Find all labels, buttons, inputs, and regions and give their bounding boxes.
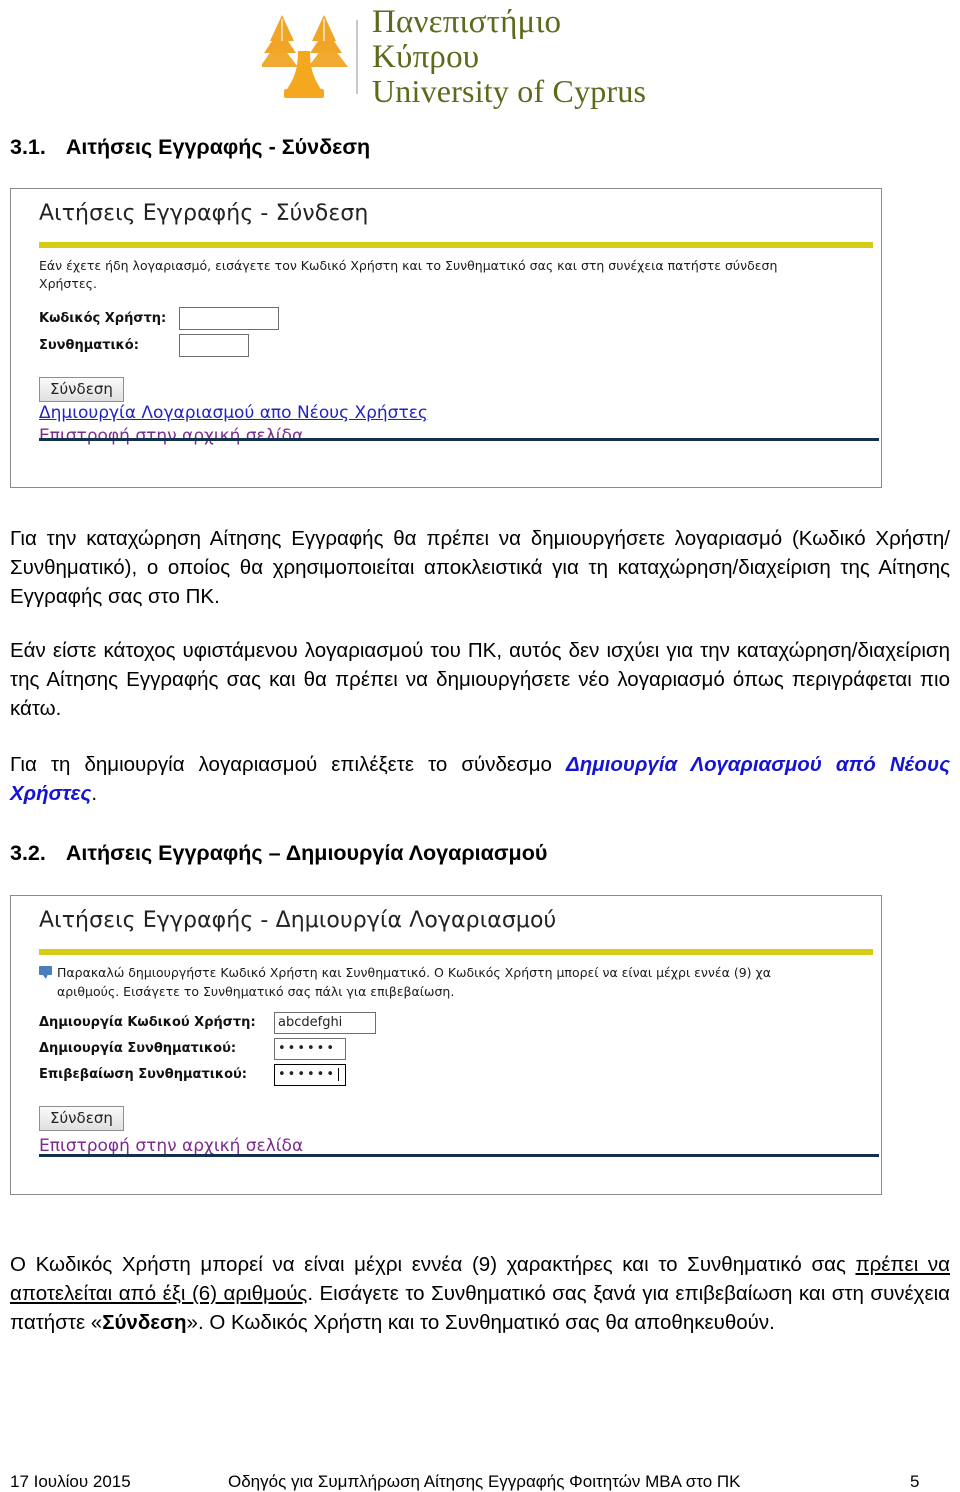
section-heading-3-2: 3.2. Αιτήσεις Εγγραφής – Δημιουργία Λογαρ… [10,841,547,866]
paragraph-3-before: Για τη δημιουργία λογαριασμού επιλέξετε … [10,753,566,776]
home-link[interactable]: Επιστροφή στην αρχική σελίδα [39,426,303,446]
create-confirm-label: Επιβεβαίωση Συνθηματικού: [39,1067,247,1082]
create-instructions-line1: Παρακαλώ δημιουργήστε Κωδικό Χρήστη και … [57,965,771,980]
login-instructions: Εάν έχετε ήδη λογαριασμό, εισάγετε τον Κ… [11,248,881,293]
login-form: Κωδικός Χρήστη: Συνθηματικό: [11,293,881,358]
create-confirm-row: Επιβεβαίωση Συνθηματικού: •••••• [39,1063,881,1086]
login-instructions-line2: Χρήστες. [39,276,97,292]
create-username-label: Δημιουργία Κωδικού Χρήστη: [39,1015,256,1030]
section-number: 3.1. [10,135,46,159]
paragraph-1: Για την καταχώρηση Αίτησης Εγγραφής θα π… [10,527,950,609]
paragraph-4-a: Ο Κωδικός Χρήστη μπορεί να είναι μέχρι ε… [10,1253,856,1276]
login-password-input[interactable] [179,334,249,358]
create-account-link[interactable]: Δημιουργία Λογαριασμού απο Νέους Χρήστες [39,403,428,423]
paragraph-4: Ο Κωδικός Χρήστη μπορεί να είναι μέχρι ε… [10,1250,950,1337]
login-username-row: Κωδικός Χρήστη: [39,307,881,331]
section-title: Αιτήσεις Εγγραφής - Σύνδεση [65,135,371,159]
paragraph-4-c: ». Ο Κωδικός Χρήστη και το Συνθηματικό σ… [186,1311,775,1335]
section-heading-3-1: 3.1. Αιτήσεις Εγγραφής - Σύνδεση [10,135,370,160]
section-title-2: Αιτήσεις Εγγραφής – Δημιουργία Λογαριασμ… [65,841,548,865]
paragraph-3-after: . [91,782,98,806]
login-username-label: Κωδικός Χρήστη: [39,311,167,327]
text-cursor [338,1068,340,1081]
create-form: Δημιουργία Κωδικού Χρήστη: abcdefghi Δημ… [11,1002,881,1086]
footer-page-number: 5 [910,1472,920,1491]
create-submit-button[interactable]: Σύνδεση [39,1105,124,1131]
uoc-tree-icon [260,11,350,103]
university-logo: Πανεπιστήμιο Κύπρου University of Cyprus [260,4,662,110]
paragraph-2: Εάν είστε κάτοχος υφιστάμενου λογαριασμο… [10,639,950,721]
login-divider-rule [39,438,879,441]
login-password-label: Συνθηματικό: [39,338,139,354]
create-password-label: Δημιουργία Συνθηματικού: [39,1041,237,1056]
paragraph-3: Για τη δημιουργία λογαριασμού επιλέξετε … [10,750,950,808]
create-instructions: Παρακαλώ δημιουργήστε Κωδικό Χρήστη και … [11,955,881,1002]
logo-english-name: University of Cyprus [372,73,647,110]
create-instructions-text: Παρακαλώ δημιουργήστε Κωδικό Χρήστη και … [57,964,771,1002]
login-submit-button[interactable]: Σύνδεση [39,377,124,403]
logo-greek-name: Πανεπιστήμιο Κύπρου [372,4,562,76]
footer-title: Οδηγός για Συμπλήρωση Αίτησης Εγγραφής Φ… [228,1472,741,1491]
create-username-input[interactable]: abcdefghi [274,1011,376,1034]
logo-divider [356,20,358,94]
speech-bubble-icon [39,966,52,979]
create-page-title: Αιτήσεις Εγγραφής - Δημιουργία Λογαριασμ… [39,908,557,933]
login-instructions-line1: Εάν έχετε ήδη λογαριασμό, εισάγετε τον Κ… [39,258,778,273]
section-number-2: 3.2. [10,841,46,865]
create-account-screenshot-panel: Αιτήσεις Εγγραφής - Δημιουργία Λογαριασμ… [10,895,882,1195]
login-screenshot-panel: Αιτήσεις Εγγραφής - Σύνδεση Εάν έχετε ήδ… [10,188,882,488]
create-home-link[interactable]: Επιστροφή στην αρχική σελίδα [39,1136,303,1156]
create-divider-rule [39,1154,879,1157]
create-password-row: Δημιουργία Συνθηματικού: •••••• [39,1037,881,1060]
footer-date: 17 Ιουλίου 2015 [10,1472,131,1491]
login-username-input[interactable] [179,307,279,331]
login-password-row: Συνθηματικό: [39,334,881,358]
create-confirm-input[interactable]: •••••• [274,1063,346,1086]
create-password-value: •••••• [278,1041,337,1056]
create-confirm-value: •••••• [278,1067,337,1082]
login-page-title: Αιτήσεις Εγγραφής - Σύνδεση [39,201,369,226]
create-instructions-line2: αριθμούς. Εισάγετε το Συνθηματικό σας πά… [57,983,455,999]
create-password-input[interactable]: •••••• [274,1037,346,1060]
paragraph-4-bold: Σύνδεση [102,1311,187,1335]
create-username-row: Δημιουργία Κωδικού Χρήστη: abcdefghi [39,1011,881,1034]
